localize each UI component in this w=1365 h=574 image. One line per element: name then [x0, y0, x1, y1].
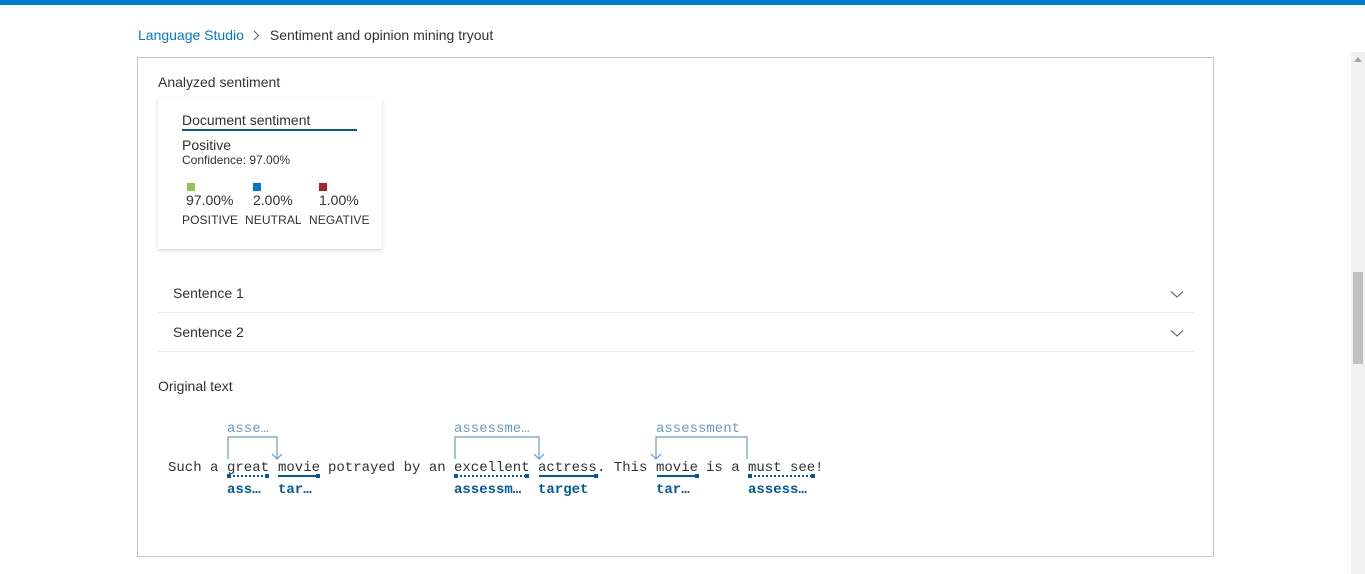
role-labels: ass… tar… assessm… target tar… assess…: [227, 482, 807, 498]
relation-link: [227, 436, 278, 459]
role-label: tar…: [278, 482, 312, 498]
breadcrumb-language-studio-link[interactable]: Language Studio: [138, 27, 244, 43]
plain-text: . This: [597, 460, 647, 476]
underline-marker: [316, 474, 320, 478]
plain-text: potrayed by an: [328, 460, 446, 476]
assessment-token[interactable]: must see: [748, 460, 815, 476]
top-accent-bar: [0, 0, 1365, 5]
link-label: assessment: [656, 421, 740, 437]
chevron-right-icon: [244, 30, 270, 41]
plain-text: is a: [706, 460, 740, 476]
target-token[interactable]: actress: [538, 460, 597, 476]
underline-marker: [811, 474, 815, 478]
relation-link: [454, 436, 540, 459]
link-label: asse…: [227, 421, 269, 437]
target-token[interactable]: movie: [656, 460, 698, 476]
underline-marker: [695, 474, 699, 478]
plain-text: Such a: [168, 460, 227, 476]
role-label: target: [538, 482, 588, 498]
underline-marker: [227, 474, 231, 478]
vertical-scrollbar[interactable]: [1351, 52, 1365, 574]
underline-marker: [454, 474, 458, 478]
underline-marker: [265, 474, 269, 478]
role-label: assessm…: [454, 482, 522, 498]
underline-marker: [525, 474, 529, 478]
relation-links: [227, 436, 748, 460]
relation-link: [655, 436, 748, 459]
original-sentence: Such a great movie potrayed by an excellent…: [168, 460, 823, 476]
breadcrumb-current-page: Sentiment and opinion mining tryout: [269, 27, 494, 43]
underline-marker: [748, 474, 752, 478]
scrollbar-thumb[interactable]: [1353, 272, 1363, 364]
assessment-token[interactable]: great: [227, 460, 269, 476]
link-label: assessme…: [454, 421, 530, 437]
results-panel: Analyzed sentiment Document sentiment Po…: [137, 57, 1214, 557]
underline-marker: [594, 474, 598, 478]
assessment-token[interactable]: excellent: [454, 460, 530, 476]
target-token[interactable]: movie: [278, 460, 320, 476]
breadcrumb: Language Studio Sentiment and opinion mi…: [138, 26, 493, 44]
role-label: tar…: [656, 482, 690, 498]
scroll-up-arrow-icon[interactable]: [1354, 57, 1362, 62]
plain-text: !: [815, 460, 823, 476]
role-label: assess…: [748, 482, 807, 498]
opinion-mining-visualization: asse… assessme… assessment Such a great m…: [168, 421, 823, 498]
role-label: ass…: [227, 482, 261, 498]
